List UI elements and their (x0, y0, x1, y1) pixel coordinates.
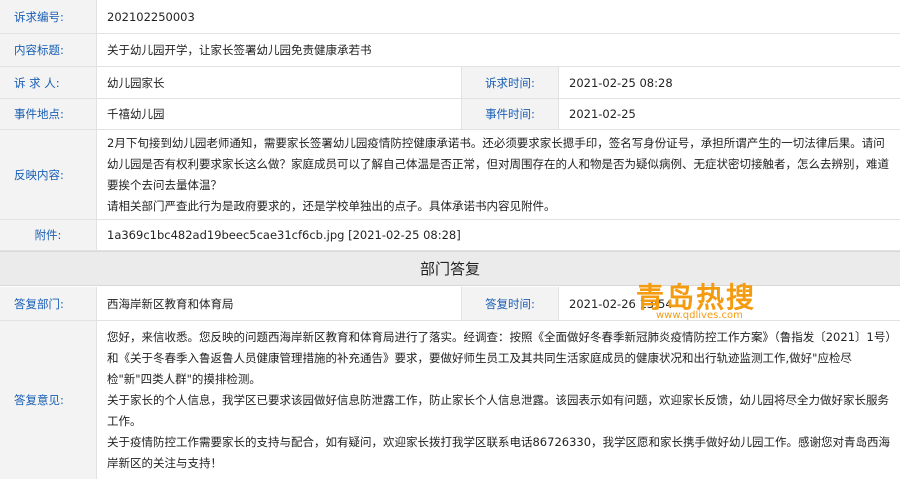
row-content: 反映内容: 2月下旬接到幼儿园老师通知，需要家长签署幼儿园疫情防控健康承诺书。还… (0, 130, 900, 220)
reply-time-value: 2021-02-26 13:54 (569, 296, 673, 311)
reply-dept-value: 西海岸新区教育和体育局 (97, 287, 462, 320)
reply-dept-label: 答复部门: (0, 287, 97, 320)
row-reply-opinion: 答复意见: 您好，来信收悉。您反映的问题西海岸新区教育和体育局进行了落实。经调查… (0, 321, 900, 479)
event-time-label: 事件时间: (462, 99, 559, 129)
row-reply-dept: 答复部门: 西海岸新区教育和体育局 答复时间: 2021-02-26 13:54 (0, 287, 900, 321)
section-header-reply: 部门答复 (0, 251, 900, 286)
content-body: 2月下旬接到幼儿园老师通知，需要家长签署幼儿园疫情防控健康承诺书。还必须要求家长… (97, 130, 900, 219)
reply-time-label: 答复时间: (462, 287, 559, 320)
request-time-value: 2021-02-25 08:28 (569, 75, 673, 90)
content-paragraph: 请相关部门严查此行为是政府要求的，还是学校单独出的点子。具体承诺书内容见附件。 (107, 198, 556, 213)
row-case-no: 诉求编号: 202102250003 (0, 0, 900, 34)
reply-paragraph: 您好，来信收悉。您反映的问题西海岸新区教育和体育局进行了落实。经调查：按照《全面… (107, 329, 892, 386)
title-value: 关于幼儿园开学，让家长签署幼儿园免责健康承若书 (107, 43, 372, 57)
reply-paragraph: 关于家长的个人信息，我学区已要求该园做好信息防泄露工作，防止家长个人信息泄露。该… (107, 392, 889, 428)
event-time-value: 2021-02-25 (569, 107, 636, 121)
requester-value: 幼儿园家长 (97, 67, 462, 98)
request-time-label: 诉求时间: (462, 67, 559, 98)
reply-paragraph: 关于疫情防控工作需要家长的支持与配合，如有疑问，欢迎家长拨打我学区联系电话867… (107, 434, 891, 470)
content-label: 反映内容: (0, 130, 97, 219)
content-paragraph: 2月下旬接到幼儿园老师通知，需要家长签署幼儿园疫情防控健康承诺书。还必须要求家长… (107, 135, 889, 192)
row-title: 内容标题: 关于幼儿园开学，让家长签署幼儿园免责健康承若书 (0, 34, 900, 67)
title-label: 内容标题: (0, 34, 97, 66)
attachment-link[interactable]: 1a369c1bc482ad19beec5cae31cf6cb.jpg [202… (97, 220, 900, 250)
requester-label: 诉 求 人: (0, 67, 97, 98)
case-no-label: 诉求编号: (0, 0, 97, 33)
reply-opinion-label: 答复意见: (0, 321, 97, 479)
row-location: 事件地点: 千禧幼儿园 事件时间: 2021-02-25 (0, 99, 900, 130)
row-attachment: 附件: 1a369c1bc482ad19beec5cae31cf6cb.jpg … (0, 220, 900, 251)
row-requester: 诉 求 人: 幼儿园家长 诉求时间: 2021-02-25 08:28 (0, 67, 900, 99)
case-no-value: 202102250003 (107, 9, 195, 24)
location-label: 事件地点: (0, 99, 97, 129)
reply-opinion-body: 您好，来信收悉。您反映的问题西海岸新区教育和体育局进行了落实。经调查：按照《全面… (97, 321, 900, 479)
location-value: 千禧幼儿园 (97, 99, 462, 129)
attachment-label: 附件: (0, 220, 97, 250)
